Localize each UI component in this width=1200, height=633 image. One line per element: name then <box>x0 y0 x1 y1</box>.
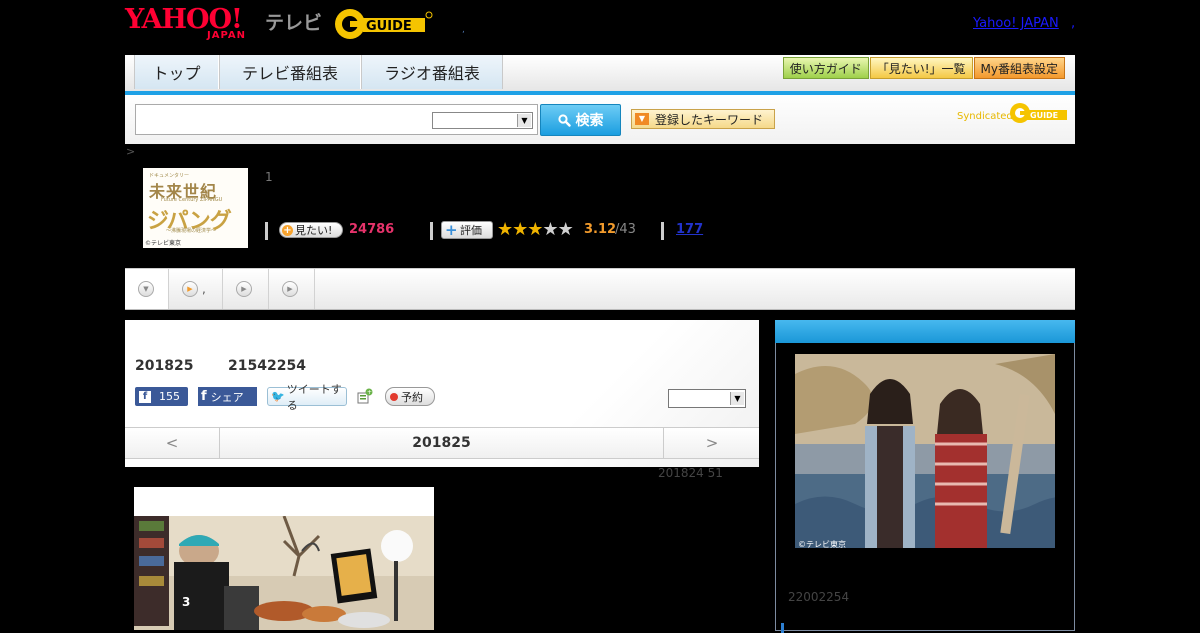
dropdown-arrow-icon: ▼ <box>635 113 649 125</box>
star-empty-icon: ★ <box>542 219 558 240</box>
gguide-logo-text: GUIDE <box>366 19 412 34</box>
previous-date-button[interactable]: < <box>125 428 220 458</box>
updated-timestamp: 201824 51 <box>658 466 723 480</box>
nav-buttons: 使い方ガイド 「見たい!」一覧 My番組表設定 <box>782 57 1065 79</box>
current-date-label: 201825 <box>412 435 471 451</box>
syndicated-gguide-logo: GUIDE <box>1010 103 1067 123</box>
mitai-count: 24786 <box>349 222 395 237</box>
next-date-button[interactable]: > <box>663 428 760 458</box>
program-thumbnail[interactable]: ドキュメンタリー 未来世紀 Future Century ZIPANGU ジパン… <box>143 168 248 248</box>
tab-item-3[interactable]: ▶ <box>269 269 315 309</box>
search-bar: ▼ 検索 ▼ 登録したキーワード Syndicated GUIDE <box>125 95 1075 144</box>
saved-keywords-button[interactable]: ▼ 登録したキーワード <box>631 109 775 129</box>
thumb-copyright: ©テレビ東京 <box>145 240 182 247</box>
header-mark: , <box>462 25 465 35</box>
episode-date: 201825 <box>135 358 194 374</box>
main-nav: トップ テレビ番組表 ラジオ番組表 使い方ガイド 「見たい!」一覧 My番組表設… <box>125 55 1075 95</box>
nav-tab-radio-schedule[interactable]: ラジオ番組表 <box>361 55 503 89</box>
tab-item-1[interactable]: ▶ , <box>169 269 223 309</box>
side-time: 22002254 <box>788 590 850 604</box>
search-category-select[interactable]: ▼ <box>432 112 533 129</box>
star-filled-icon: ★ <box>512 219 528 240</box>
header-link-separator: , <box>1071 16 1076 31</box>
share-icon[interactable]: + <box>357 388 373 404</box>
tab-item-2[interactable]: ▶ <box>223 269 269 309</box>
facebook-like-count: 155 <box>159 390 180 403</box>
syndicated-label: Syndicated <box>957 111 1013 122</box>
reserve-label: 予約 <box>401 390 423 404</box>
svg-text:GUIDE: GUIDE <box>1030 111 1058 120</box>
saved-keywords-label: 登録したキーワード <box>655 112 764 127</box>
episode-photo[interactable]: 3 <box>134 516 434 630</box>
mitai-list-button[interactable]: 「見たい!」一覧 <box>869 57 973 79</box>
gguide-logo-graphic: GUIDE <box>335 9 433 39</box>
tab-current[interactable]: ▼ <box>125 269 169 309</box>
divider <box>430 222 433 240</box>
date-navigation: < 201825 > <box>125 427 759 459</box>
mitai-button-label: 見たい! <box>295 224 333 237</box>
episode-tab-strip: ▼ ▶ , ▶ ▶ <box>125 268 1075 310</box>
thumb-tagline: 〜沸騰現場の経済学〜 <box>166 228 217 234</box>
guide-button[interactable]: 使い方ガイド <box>782 57 869 79</box>
breadcrumb[interactable]: > <box>126 145 135 158</box>
divider <box>661 222 664 240</box>
side-panel-header <box>775 320 1075 343</box>
nav-tabs: トップ テレビ番組表 ラジオ番組表 <box>134 55 503 91</box>
chevron-down-icon: ▼ <box>517 114 531 127</box>
gguide-logo[interactable]: GUIDE <box>333 6 433 42</box>
reserve-button[interactable]: 予約 <box>385 387 435 406</box>
mitai-button[interactable]: + 見たい! <box>279 222 343 238</box>
rate-button[interactable]: + 評価 <box>441 221 493 239</box>
article-image-box: 3 <box>134 487 434 630</box>
nav-tab-top[interactable]: トップ <box>134 55 219 89</box>
chevron-down-icon: ▼ <box>730 392 744 405</box>
play-icon: ▶ <box>182 281 198 297</box>
rate-button-label: 評価 <box>460 224 482 237</box>
side-accent-bar <box>781 623 784 633</box>
my-schedule-settings-button[interactable]: My番組表設定 <box>973 57 1065 79</box>
episode-select[interactable]: ▼ <box>668 389 746 408</box>
program-title: 1 <box>265 170 273 184</box>
search-icon <box>557 113 571 127</box>
play-icon: ▶ <box>236 281 252 297</box>
search-button-label: 検索 <box>575 113 604 129</box>
reviews-link[interactable]: 177 <box>676 222 703 237</box>
yahoo-japan-logo[interactable]: YAHOO! JAPAN <box>125 6 245 42</box>
tweet-button[interactable]: 🐦 ツイートする <box>267 383 347 412</box>
star-filled-icon: ★ <box>497 219 513 240</box>
search-button[interactable]: 検索 <box>540 104 621 136</box>
star-empty-icon: ★ <box>557 219 574 240</box>
yahoo-japan-link[interactable]: Yahoo! JAPAN <box>973 16 1059 31</box>
star-filled-icon: ★ <box>527 219 543 240</box>
plus-icon: + <box>282 224 293 236</box>
episode-panel: 201825 21542254 f 155 f シェア 🐦 ツイートする + 予… <box>125 320 759 467</box>
facebook-icon: f <box>139 390 151 403</box>
yahoo-japan-text: JAPAN <box>207 30 246 41</box>
facebook-share-label: シェア <box>210 390 244 404</box>
svg-text:+: + <box>367 389 372 396</box>
side-panel-body: ©テレビ東京 22002254 <box>775 343 1075 633</box>
nav-tab-tv-schedule[interactable]: テレビ番組表 <box>219 55 361 89</box>
tab-label: , <box>202 282 206 296</box>
record-dot-icon <box>390 392 398 401</box>
hosts-photo[interactable] <box>795 354 1055 548</box>
facebook-share-button[interactable]: f シェア <box>198 387 257 406</box>
chevron-down-icon: ▼ <box>138 281 154 297</box>
rating-stars: ★★★★★ <box>497 219 574 240</box>
tweet-label: ツイートする <box>286 382 342 412</box>
facebook-like-button[interactable]: f 155 <box>135 387 188 406</box>
facebook-icon: f <box>201 389 207 404</box>
side-panel: ©テレビ東京 22002254 <box>775 320 1075 633</box>
plus-icon: + <box>445 221 458 239</box>
svg-text:3: 3 <box>182 595 190 609</box>
episode-time: 21542254 <box>228 358 306 374</box>
rating-value: 3.12 <box>584 222 617 237</box>
divider <box>265 222 268 240</box>
tv-label[interactable]: テレビ <box>265 8 322 35</box>
hosts-photo-copyright: ©テレビ東京 <box>798 540 846 549</box>
rating-count: /43 <box>615 222 636 237</box>
twitter-bird-icon: 🐦 <box>271 390 285 403</box>
play-icon: ▶ <box>282 281 298 297</box>
